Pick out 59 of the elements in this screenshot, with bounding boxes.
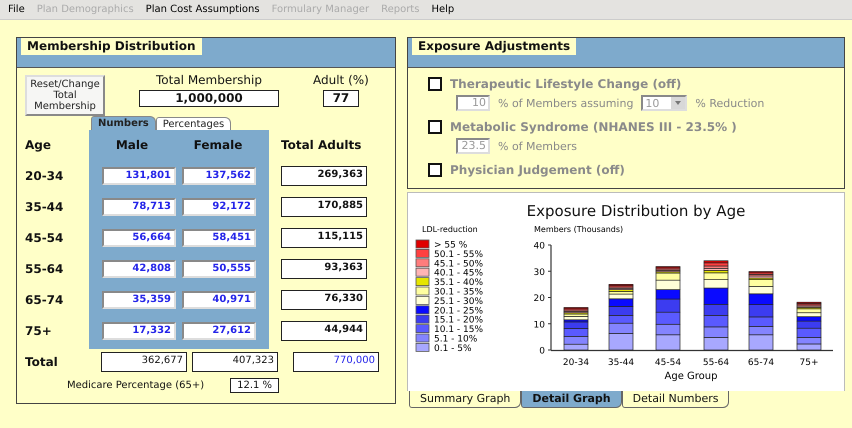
legend-label: 30.1 - 35% bbox=[434, 288, 484, 298]
option-label: Physician Judgement (off) bbox=[450, 163, 625, 177]
tick-label: 40 bbox=[534, 242, 545, 252]
legend-label: 45.1 - 50% bbox=[434, 259, 484, 270]
category-label: 75+ bbox=[800, 358, 818, 368]
total-field: 269,363 bbox=[281, 166, 367, 186]
column-header: Male bbox=[114, 137, 150, 154]
age-label: 45-54 bbox=[25, 230, 64, 244]
field-label: Total Membership bbox=[156, 73, 262, 87]
age-label: 65-74 bbox=[25, 292, 64, 306]
chart-title: Exposure Distribution by Age bbox=[526, 201, 746, 222]
total-field: 93,363 bbox=[281, 258, 367, 278]
legend-label: 20.1 - 25% bbox=[434, 306, 484, 316]
column-header: Total Adults bbox=[281, 137, 362, 154]
total-field: 407,323 bbox=[192, 352, 278, 372]
field-label: Adult (%) bbox=[313, 73, 369, 87]
field-label: % Reduction bbox=[695, 96, 764, 110]
total-field: 770,000 bbox=[293, 352, 379, 372]
panel-title: Membership Distribution bbox=[21, 38, 202, 55]
category-label: 65-74 bbox=[748, 358, 774, 368]
legend-label: 25.1 - 30% bbox=[434, 296, 484, 307]
column-header: Female bbox=[192, 137, 244, 154]
option-label: Therapeutic Lifestyle Change (off) bbox=[450, 77, 682, 91]
category-label: 55-64 bbox=[702, 358, 730, 368]
category-label: 35-44 bbox=[608, 358, 634, 368]
age-label: 55-64 bbox=[25, 262, 64, 276]
legend-label: 0.1 - 5% bbox=[434, 344, 472, 354]
total-field: 170,885 bbox=[281, 196, 367, 216]
age-label: 20-34 bbox=[25, 168, 64, 182]
axis-title: Members (Thousands) bbox=[534, 225, 624, 234]
legend-label: 15.1 - 20% bbox=[434, 316, 484, 326]
age-label: 35-44 bbox=[25, 200, 64, 214]
total-field: 44,944 bbox=[281, 320, 367, 340]
medicare-label: Medicare Percentage (65+) bbox=[67, 380, 204, 391]
total-label: Total bbox=[25, 355, 59, 369]
tick-label: 20 bbox=[534, 294, 545, 304]
option-label: Metabolic Syndrome (NHANES III - 23.5% ) bbox=[450, 120, 737, 134]
legend-label: 5.1 - 10% bbox=[434, 334, 478, 344]
axis-title: Age Group bbox=[664, 371, 718, 382]
legend-label: 35.1 - 40% bbox=[434, 278, 484, 288]
medicare-field: 12.1 % bbox=[230, 378, 280, 393]
legend-label: 50.1 - 55% bbox=[434, 250, 484, 260]
category-label: 20-34 bbox=[562, 358, 590, 368]
legend-title: LDL-reduction bbox=[422, 225, 478, 234]
total-field: 76,330 bbox=[281, 290, 367, 310]
legend-label: 40.1 - 45% bbox=[434, 268, 484, 279]
legend-label: 10.1 - 15% bbox=[434, 325, 484, 336]
tick-label: 30 bbox=[534, 268, 545, 278]
panel-title: Exposure Adjustments bbox=[412, 38, 576, 55]
legend-label: > 55 % bbox=[434, 240, 468, 250]
tick-label: 10 bbox=[534, 320, 545, 330]
column-header: Age bbox=[25, 137, 52, 154]
field-label: % of Members bbox=[498, 140, 578, 152]
age-label: 75+ bbox=[25, 324, 52, 338]
total-field: 362,677 bbox=[101, 352, 187, 372]
tick-label: 0 bbox=[539, 346, 545, 356]
field-label: % of Members assuming bbox=[498, 96, 634, 110]
total-field: 115,115 bbox=[281, 228, 367, 248]
category-label: 45-54 bbox=[654, 358, 682, 368]
